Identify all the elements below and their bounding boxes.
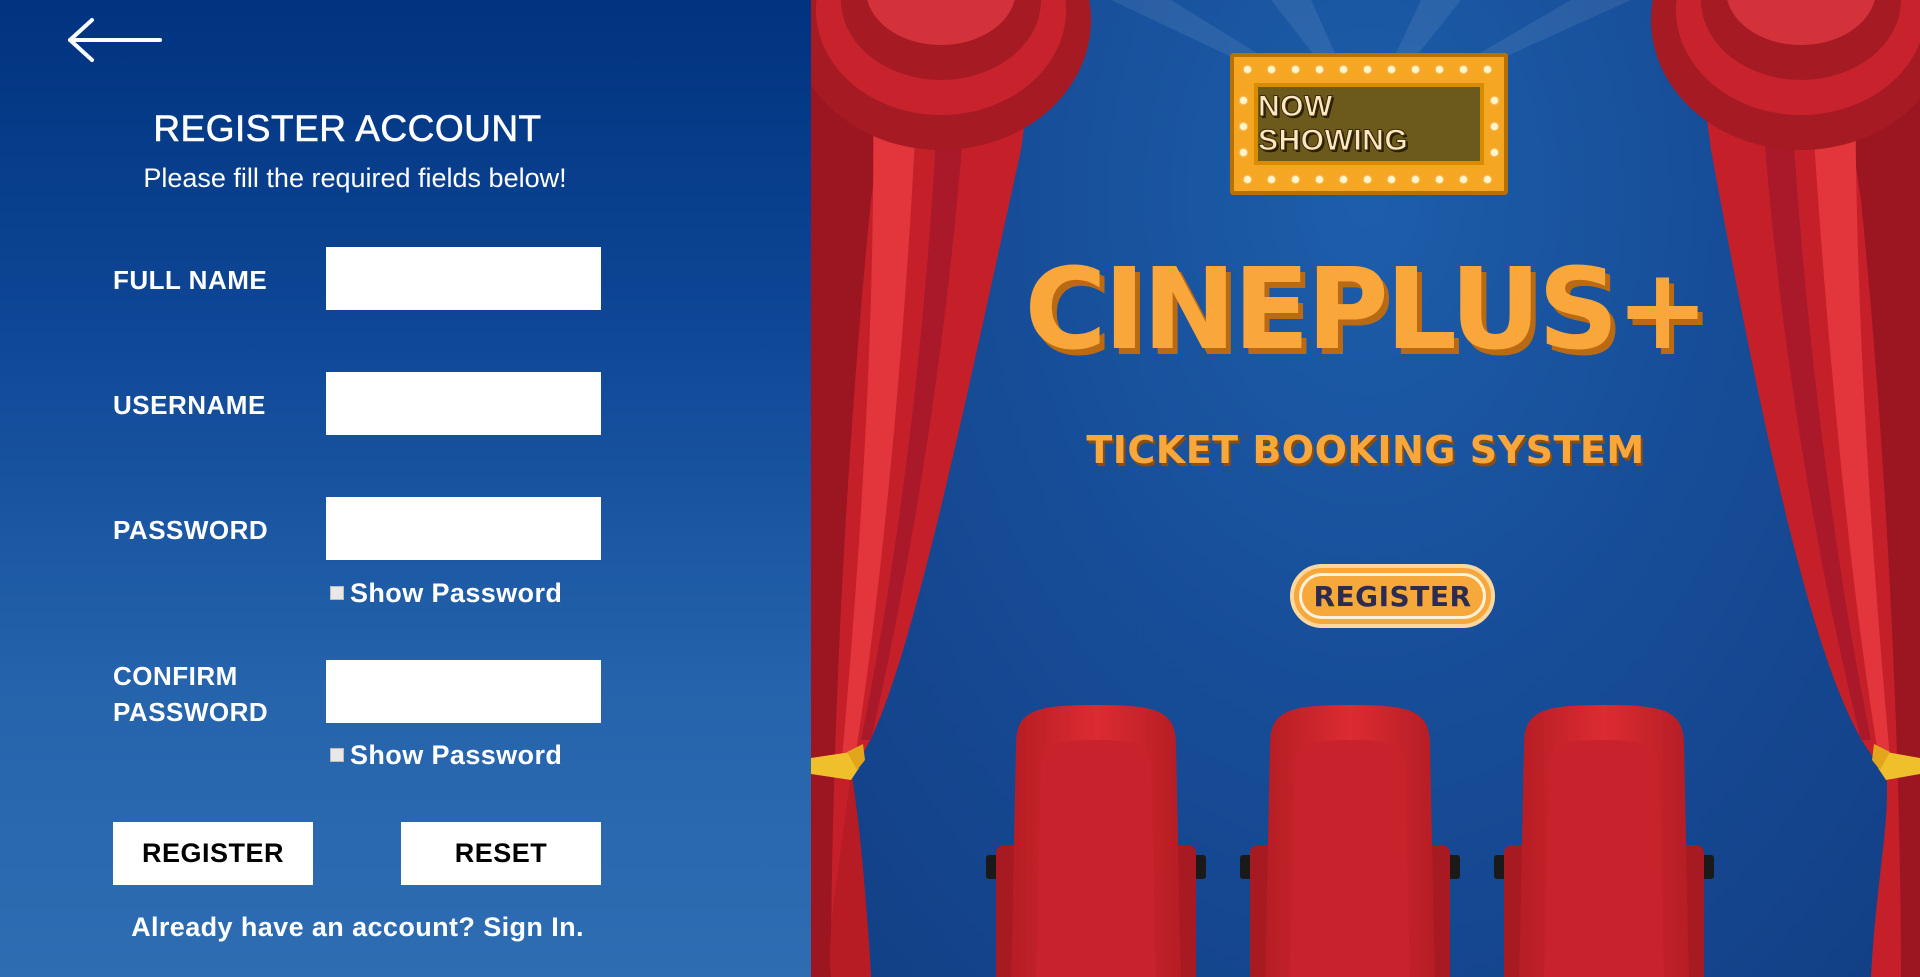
cinema-seat-left [986, 705, 1206, 977]
bulb-icon [1436, 66, 1443, 73]
arrow-left-icon [68, 18, 162, 62]
confirm-password-label-line2: PASSWORD [113, 697, 269, 727]
bulb-icon [1240, 149, 1247, 156]
bulb-icon [1244, 66, 1251, 73]
bulb-icon [1240, 123, 1247, 130]
reset-button[interactable]: RESET [401, 822, 601, 885]
bulb-icon [1364, 66, 1371, 73]
cinema-seat-right [1494, 705, 1714, 977]
bulb-icon [1436, 176, 1443, 183]
bulb-icon [1364, 176, 1371, 183]
show-password-label: Show Password [350, 577, 563, 608]
username-input[interactable] [326, 372, 601, 435]
bulb-icon [1412, 66, 1419, 73]
cinema-seat-middle [1240, 705, 1460, 977]
show-confirm-password-toggle[interactable]: Show Password [330, 739, 562, 771]
confirm-password-label-line1: CONFIRM [113, 661, 238, 691]
bulb-icon [1491, 97, 1498, 104]
tagline: TICKET BOOKING SYSTEM [1086, 428, 1645, 472]
now-showing-marquee: NOW SHOWING [1230, 53, 1508, 195]
cinema-hero: NOW SHOWING CINEPLUS+ TICKET BOOKING SYS… [811, 0, 1920, 977]
bulb-icon [1244, 176, 1251, 183]
full-name-input[interactable] [326, 247, 601, 310]
password-label: PASSWORD [113, 515, 269, 545]
bulb-icon [1316, 66, 1323, 73]
marquee-board: NOW SHOWING [1254, 83, 1484, 165]
checkbox-icon[interactable] [330, 586, 344, 600]
bulb-icon [1491, 123, 1498, 130]
bulb-icon [1484, 176, 1491, 183]
bulb-icon [1316, 176, 1323, 183]
form-title: REGISTER ACCOUNT [153, 108, 542, 150]
register-button[interactable]: REGISTER [113, 822, 313, 885]
bulb-icon [1388, 176, 1395, 183]
bulb-icon [1484, 66, 1491, 73]
password-input[interactable] [326, 497, 601, 560]
bulb-icon [1388, 66, 1395, 73]
back-button[interactable] [62, 14, 166, 66]
marquee-text: NOW SHOWING [1258, 90, 1409, 158]
bulb-icon [1340, 176, 1347, 183]
bulb-icon [1292, 176, 1299, 183]
bulb-icon [1491, 149, 1498, 156]
bulb-icon [1412, 176, 1419, 183]
checkbox-icon[interactable] [330, 748, 344, 762]
bulb-icon [1268, 176, 1275, 183]
register-form-panel: REGISTER ACCOUNT Please fill the require… [0, 0, 811, 977]
show-confirm-password-label: Show Password [350, 739, 563, 770]
right-curtain [1651, 0, 1920, 977]
confirm-password-label: CONFIRM PASSWORD [113, 658, 268, 730]
full-name-label: FULL NAME [113, 265, 268, 295]
bulb-icon [1268, 66, 1275, 73]
bulb-icon [1292, 66, 1299, 73]
sign-in-link[interactable]: Already have an account? Sign In. [0, 912, 715, 943]
bulb-icon [1460, 66, 1467, 73]
bulb-icon [1460, 176, 1467, 183]
hero-register-label: REGISTER [1313, 579, 1472, 613]
bulb-icon [1340, 66, 1347, 73]
brand-logo-text: CINEPLUS+ [1024, 245, 1709, 375]
confirm-password-input[interactable] [326, 660, 601, 723]
hero-register-button[interactable]: REGISTER [1290, 564, 1495, 628]
form-subtitle: Please fill the required fields below! [143, 163, 567, 193]
show-password-toggle[interactable]: Show Password [330, 577, 562, 609]
username-label: USERNAME [113, 390, 266, 420]
bulb-icon [1240, 97, 1247, 104]
